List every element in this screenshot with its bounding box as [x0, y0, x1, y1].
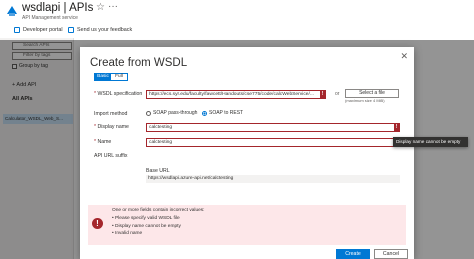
or-text: or: [335, 91, 340, 97]
display-name-label: * Display name: [94, 124, 129, 130]
radio-label: SOAP pass-through: [153, 110, 198, 116]
error-message-box: ! One or more fields contain incorrect v…: [88, 205, 406, 245]
favorite-star-icon[interactable]: ☆: [96, 2, 105, 13]
radio-icon: [146, 110, 151, 116]
wsdl-spec-value: https://ecs.syr.edu/faculty/fawcett/Hand…: [149, 92, 314, 97]
wsdl-spec-label-text: WSDL specification: [97, 91, 143, 97]
developer-portal-button[interactable]: Developer portal: [14, 27, 63, 33]
wsdl-spec-field[interactable]: https://ecs.syr.edu/faculty/fawcett/Hand…: [146, 90, 326, 99]
developer-portal-label: Developer portal: [23, 27, 63, 33]
base-url-label: Base URL: [146, 168, 170, 174]
more-options-icon[interactable]: ···: [108, 1, 118, 12]
select-file-button[interactable]: Select a file: [345, 89, 399, 98]
name-field[interactable]: calctesting !: [146, 138, 400, 147]
radio-soap-pass-through[interactable]: SOAP pass-through: [146, 110, 197, 116]
name-label-text: Name: [97, 139, 112, 145]
feedback-label: Send us your feedback: [77, 27, 133, 33]
basic-full-toggle[interactable]: Basic Full: [94, 73, 128, 81]
error-item: Display name cannot be empty: [112, 223, 181, 231]
create-from-wsdl-dialog: Create from WSDL ✕ Basic Full * WSDL spe…: [80, 47, 414, 259]
name-value: calctesting: [149, 140, 173, 145]
required-marker: *: [94, 91, 97, 97]
import-method-label: Import method: [94, 111, 128, 117]
error-list: Please specify valid WSDL file Display n…: [112, 215, 181, 238]
error-item: Invalid name: [112, 230, 181, 238]
error-icon: !: [92, 218, 103, 229]
base-url-value: https://wsdlapi.azure-api.net/calctestin…: [146, 175, 400, 183]
dialog-title: Create from WSDL: [90, 57, 188, 69]
error-mark-icon: !: [320, 91, 325, 98]
create-button[interactable]: Create: [336, 249, 370, 259]
radio-soap-to-rest[interactable]: SOAP to REST: [202, 110, 243, 116]
feedback-button[interactable]: Send us your feedback: [68, 27, 132, 33]
api-management-icon: [7, 6, 17, 16]
max-size-text: (maximum size 4 MiB): [345, 98, 385, 103]
cancel-button[interactable]: Cancel: [374, 249, 408, 259]
required-marker: *: [94, 124, 97, 130]
display-name-label-text: Display name: [97, 124, 129, 130]
required-marker: *: [94, 139, 97, 145]
radio-label: SOAP to REST: [209, 110, 244, 116]
wsdl-spec-label: * WSDL specification: [94, 91, 142, 97]
validation-tooltip: Display name cannot be empty: [393, 137, 468, 147]
portal-icon: [14, 27, 20, 33]
error-mark-icon: !: [394, 124, 399, 131]
page-header: wsdlapi | APIs ☆ ··· API Management serv…: [0, 0, 474, 24]
radio-selected-icon: [202, 110, 207, 116]
api-url-suffix-label: API URL suffix: [94, 153, 128, 159]
close-icon[interactable]: ✕: [400, 51, 408, 62]
toggle-basic[interactable]: Basic: [95, 74, 111, 80]
display-name-value: calctesting: [149, 125, 173, 130]
page-subtitle: API Management service: [22, 15, 78, 21]
display-name-field[interactable]: calctesting !: [146, 123, 400, 132]
feedback-icon: [68, 27, 74, 33]
toggle-full[interactable]: Full: [111, 74, 127, 80]
error-heading: One or more fields contain incorrect val…: [112, 208, 205, 213]
error-item: Please specify valid WSDL file: [112, 215, 181, 223]
command-bar: Developer portal Send us your feedback: [0, 26, 474, 38]
page-title: wsdlapi | APIs: [22, 2, 94, 14]
name-label: * Name: [94, 139, 111, 145]
